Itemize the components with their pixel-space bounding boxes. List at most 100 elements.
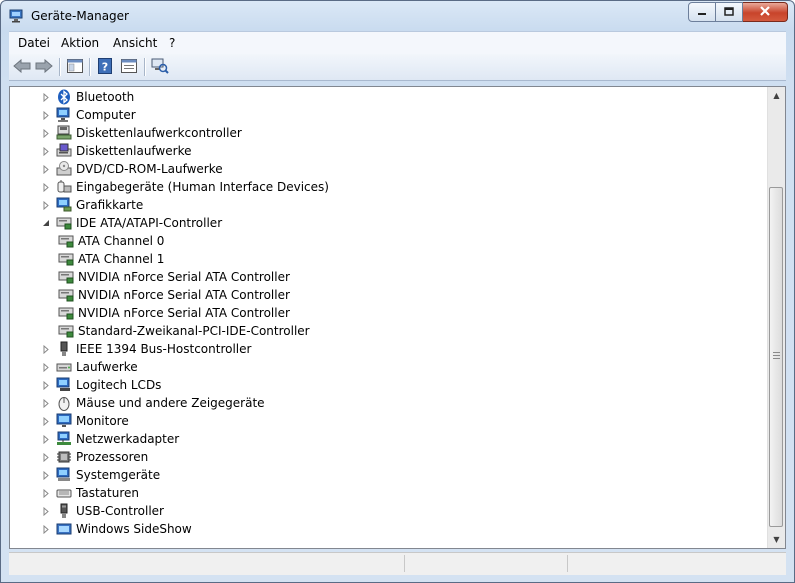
tree-category[interactable]: Grafikkarte	[40, 196, 143, 214]
menu-datei[interactable]: Datei	[18, 36, 50, 50]
device-tree-pane: Bluetooth Computer Diskettenlaufwerkcontro…	[9, 86, 786, 549]
device-tree: Bluetooth Computer Diskettenlaufwerkcontro…	[10, 87, 769, 548]
ide-controller-icon	[58, 323, 74, 339]
close-button[interactable]	[743, 2, 788, 22]
tree-category[interactable]: Logitech LCDs	[40, 376, 161, 394]
menu-bar: Datei Aktion Ansicht ?	[9, 31, 786, 54]
tree-category[interactable]: Diskettenlaufwerkcontroller	[40, 124, 242, 142]
tree-device[interactable]: Standard-Zweikanal-PCI-IDE-Controller	[58, 322, 310, 340]
forward-button[interactable]	[35, 58, 53, 76]
svg-text:?: ?	[102, 60, 108, 73]
forward-icon	[35, 58, 53, 76]
tree-category[interactable]: Bluetooth	[40, 88, 134, 106]
expand-icon[interactable]	[40, 523, 52, 535]
console-tree-button[interactable]	[66, 58, 84, 76]
tree-item-label: Standard-Zweikanal-PCI-IDE-Controller	[78, 324, 310, 338]
expand-icon[interactable]	[40, 343, 52, 355]
menu-aktion[interactable]: Aktion	[61, 36, 99, 50]
tree-item-label: USB-Controller	[76, 504, 164, 518]
tree-device[interactable]: ATA Channel 0	[58, 232, 164, 250]
tree-category[interactable]: Laufwerke	[40, 358, 138, 376]
tree-device[interactable]: NVIDIA nForce Serial ATA Controller	[58, 286, 290, 304]
toolbar-separator	[144, 58, 146, 76]
tree-item-label: Diskettenlaufwerkcontroller	[76, 126, 242, 140]
help-icon: ?	[98, 57, 112, 77]
tree-item-label: Mäuse und andere Zeigegeräte	[76, 396, 265, 410]
tree-item-label: IEEE 1394 Bus-Hostcontroller	[76, 342, 252, 356]
close-icon	[759, 5, 771, 19]
window-title: Geräte-Manager	[31, 9, 129, 23]
computer-icon	[56, 107, 72, 123]
minimize-button[interactable]	[688, 2, 716, 22]
menu-ansicht[interactable]: Ansicht	[113, 36, 157, 50]
status-pane	[567, 555, 568, 572]
display-adapter-icon	[56, 197, 72, 213]
dvd-drive-icon	[56, 161, 72, 177]
tree-item-label: Computer	[76, 108, 136, 122]
tree-item-label: Grafikkarte	[76, 198, 144, 212]
tree-device[interactable]: NVIDIA nForce Serial ATA Controller	[58, 268, 290, 286]
collapse-icon[interactable]	[40, 217, 52, 229]
expand-icon[interactable]	[40, 199, 52, 211]
tree-item-label: Eingabegeräte (Human Interface Devices)	[76, 180, 329, 194]
expand-icon[interactable]	[40, 451, 52, 463]
tree-category[interactable]: Computer	[40, 106, 136, 124]
expand-icon[interactable]	[40, 469, 52, 481]
ide-controller-icon	[58, 287, 74, 303]
tree-device[interactable]: ATA Channel 1	[58, 250, 164, 268]
maximize-button[interactable]	[716, 2, 743, 22]
toolbar: ?	[9, 54, 786, 81]
tree-category[interactable]: Monitore	[40, 412, 129, 430]
tree-category[interactable]: Netzwerkadapter	[40, 430, 179, 448]
tree-item-label: Systemgeräte	[76, 468, 161, 482]
expand-icon[interactable]	[40, 505, 52, 517]
tree-category[interactable]: Eingabegeräte (Human Interface Devices)	[40, 178, 329, 196]
chevron-down-icon: ▼	[773, 535, 780, 544]
expand-icon[interactable]	[40, 109, 52, 121]
expand-icon[interactable]	[40, 181, 52, 193]
tree-device[interactable]: NVIDIA nForce Serial ATA Controller	[58, 304, 290, 322]
scroll-down-button[interactable]: ▼	[768, 531, 785, 548]
back-button[interactable]	[13, 58, 31, 76]
tree-item-label: NVIDIA nForce Serial ATA Controller	[78, 306, 290, 320]
help-button[interactable]: ?	[96, 57, 114, 77]
tree-category[interactable]: IDE ATA/ATAPI-Controller	[40, 214, 222, 232]
tree-category[interactable]: DVD/CD-ROM-Laufwerke	[40, 160, 223, 178]
vertical-scrollbar[interactable]: ▲ ▼	[767, 87, 785, 548]
tree-category[interactable]: Windows SideShow	[40, 520, 192, 538]
scan-hardware-button[interactable]	[151, 58, 169, 76]
tree-item-label: IDE ATA/ATAPI-Controller	[76, 216, 223, 230]
expand-icon[interactable]	[40, 415, 52, 427]
expand-icon[interactable]	[40, 487, 52, 499]
ide-controller-icon	[58, 251, 74, 267]
minimize-icon	[697, 5, 707, 19]
caption-buttons	[688, 2, 788, 22]
tree-item-label: Diskettenlaufwerke	[76, 144, 192, 158]
expand-icon[interactable]	[40, 145, 52, 157]
expand-icon[interactable]	[40, 163, 52, 175]
expand-icon[interactable]	[40, 379, 52, 391]
tree-category[interactable]: Mäuse und andere Zeigegeräte	[40, 394, 265, 412]
menu-help[interactable]: ?	[169, 36, 175, 50]
tree-category[interactable]: IEEE 1394 Bus-Hostcontroller	[40, 340, 251, 358]
monitor-icon	[56, 413, 72, 429]
expand-icon[interactable]	[40, 433, 52, 445]
properties-button[interactable]	[120, 58, 138, 76]
expand-icon[interactable]	[40, 361, 52, 373]
ide-controller-icon	[58, 305, 74, 321]
tree-category[interactable]: USB-Controller	[40, 502, 164, 520]
expand-icon[interactable]	[40, 127, 52, 139]
tree-category[interactable]: Prozessoren	[40, 448, 148, 466]
tree-category[interactable]: Diskettenlaufwerke	[40, 142, 191, 160]
tree-category[interactable]: Systemgeräte	[40, 466, 160, 484]
device-manager-window: Geräte-Manager Datei Aktion Ansicht ? ? …	[0, 0, 795, 583]
title-bar[interactable]: Geräte-Manager	[1, 1, 794, 31]
disk-drive-icon	[56, 359, 72, 375]
scroll-up-button[interactable]: ▲	[768, 87, 785, 104]
bluetooth-icon	[56, 89, 72, 105]
tree-category[interactable]: Tastaturen	[40, 484, 139, 502]
tree-item-label: Monitore	[76, 414, 129, 428]
expand-icon[interactable]	[40, 91, 52, 103]
expand-icon[interactable]	[40, 397, 52, 409]
scroll-thumb[interactable]	[769, 187, 783, 527]
